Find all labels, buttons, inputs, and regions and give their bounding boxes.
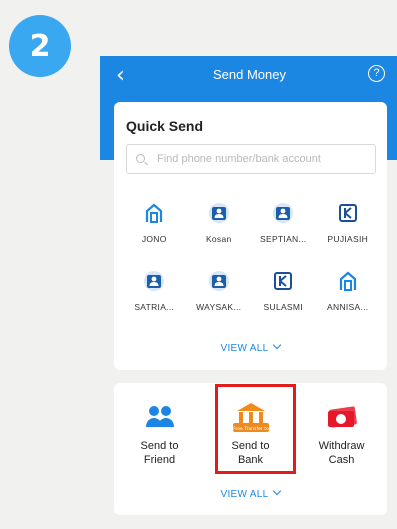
contact-item[interactable]: SATRIA... <box>122 262 187 330</box>
user-avatar-icon <box>208 270 230 292</box>
chevron-down-icon <box>273 486 282 496</box>
help-icon[interactable]: ? <box>368 65 385 82</box>
cash-icon <box>326 401 358 433</box>
send-to-friend-button[interactable]: Send to Friend <box>114 383 205 483</box>
withdraw-cash-button[interactable]: Withdraw Cash <box>296 383 387 483</box>
quick-send-view-all-link[interactable]: VIEW ALL <box>114 340 387 354</box>
contact-name: ANNISA... <box>327 302 369 312</box>
contact-name: WAYSAK... <box>196 302 242 312</box>
contact-name: PUJIASIH <box>327 234 369 244</box>
bank-logo-icon <box>337 202 359 224</box>
page-title: Send Money <box>213 67 286 82</box>
actions-view-all-link[interactable]: VIEW ALL <box>114 486 387 500</box>
contacts-row: JONO Kosan SEPTIAN... PUJIASIH <box>122 194 380 262</box>
user-avatar-icon <box>272 202 294 224</box>
user-avatar-icon <box>208 202 230 224</box>
quick-send-card: Quick Send Find phone number/bank accoun… <box>114 102 387 370</box>
actions-card: Send to Friend Free Transfer to Send to Ba… <box>114 383 387 515</box>
contact-item[interactable]: JONO <box>122 194 187 262</box>
view-all-label: VIEW ALL <box>220 343 269 354</box>
bank-logo-icon <box>143 202 165 224</box>
contacts-grid: JONO Kosan SEPTIAN... PUJIASIH SATRIA... WAYS… <box>122 194 380 330</box>
send-to-friend-label: Send to Friend <box>140 440 179 466</box>
contact-name: Kosan <box>205 234 232 244</box>
contact-name: JONO <box>141 234 167 244</box>
contact-item[interactable]: SULASMI <box>251 262 316 330</box>
contact-item[interactable]: WAYSAK... <box>187 262 252 330</box>
quick-send-title: Quick Send <box>126 118 204 134</box>
contact-item[interactable]: ANNISA... <box>316 262 381 330</box>
send-to-bank-highlight <box>215 384 296 474</box>
step-number-badge: 2 <box>9 15 71 77</box>
friends-icon <box>144 401 176 433</box>
contact-item[interactable]: PUJIASIH <box>316 194 381 262</box>
bank-logo-icon <box>337 270 359 292</box>
bank-logo-icon <box>272 270 294 292</box>
contact-name: SEPTIAN... <box>260 234 307 244</box>
contact-item[interactable]: SEPTIAN... <box>251 194 316 262</box>
chevron-down-icon <box>273 340 282 350</box>
contact-name: SATRIA... <box>134 302 175 312</box>
contact-name: SULASMI <box>263 302 303 312</box>
withdraw-cash-label: Withdraw Cash <box>318 440 365 466</box>
search-icon <box>136 154 145 163</box>
search-input[interactable]: Find phone number/bank account <box>126 144 376 174</box>
phone-screen: ‹ Send Money ? Quick Send Find phone num… <box>100 56 397 529</box>
user-avatar-icon <box>143 270 165 292</box>
contacts-row: SATRIA... WAYSAK... SULASMI ANNISA... <box>122 262 380 330</box>
view-all-label: VIEW ALL <box>220 489 269 500</box>
search-placeholder: Find phone number/bank account <box>157 153 321 165</box>
contact-item[interactable]: Kosan <box>187 194 252 262</box>
